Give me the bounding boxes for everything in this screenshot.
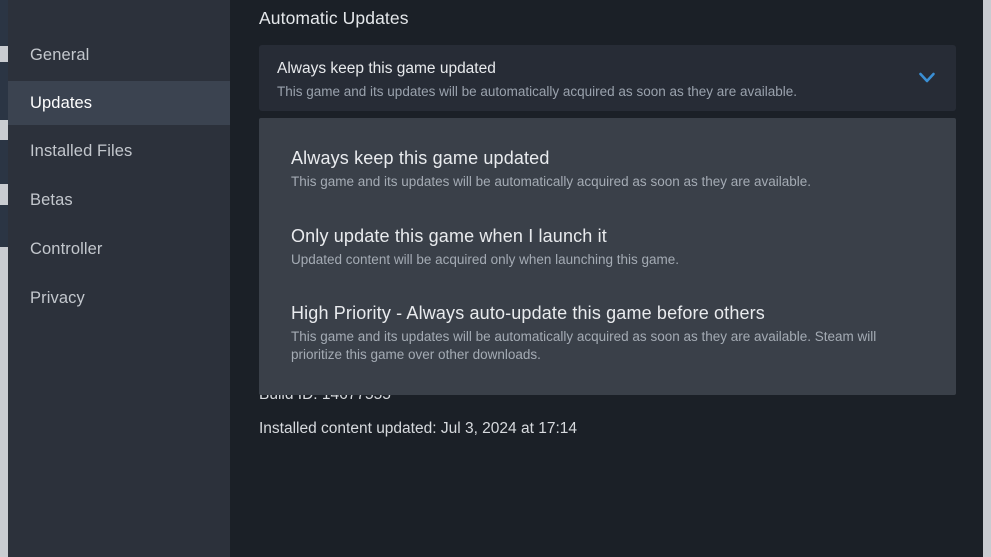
select-value-description: This game and its updates will be automa… [277,84,798,99]
page-title: Automatic Updates [259,8,409,28]
dropdown-option-description: Updated content will be acquired only wh… [291,251,679,267]
background-fragment [0,0,8,46]
background-window-edge-left [0,0,8,557]
sidebar-item-label: Privacy [30,288,85,307]
properties-sidebar: General Updates Installed Files Betas Co… [8,0,230,557]
sidebar-item-label: Installed Files [30,141,133,160]
installed-content-updated-text: Installed content updated: Jul 3, 2024 a… [259,420,577,437]
background-fragment [0,62,8,120]
dropdown-option-title: Only update this game when I launch it [291,226,607,246]
automatic-updates-dropdown-list[interactable]: Always keep this game updated This game … [259,118,956,395]
background-window-edge-right [983,0,991,557]
sidebar-item-updates[interactable]: Updates [8,81,230,125]
dropdown-option-always-keep-updated[interactable]: Always keep this game updated This game … [259,147,956,191]
dropdown-option-title: High Priority - Always auto-update this … [291,303,765,323]
dropdown-option-high-priority[interactable]: High Priority - Always auto-update this … [259,302,956,364]
chevron-down-icon[interactable] [916,67,938,89]
sidebar-item-betas[interactable]: Betas [8,178,230,222]
background-fragment [0,140,8,184]
sidebar-item-general[interactable]: General [8,33,230,77]
select-value-title: Always keep this game updated [277,60,496,77]
sidebar-item-privacy[interactable]: Privacy [8,276,230,320]
dropdown-option-title: Always keep this game updated [291,148,550,168]
sidebar-item-label: Betas [30,190,73,209]
background-fragment [0,205,8,247]
sidebar-item-installed-files[interactable]: Installed Files [8,129,230,173]
sidebar-item-controller[interactable]: Controller [8,227,230,271]
automatic-updates-select[interactable]: Always keep this game updated This game … [259,45,956,111]
dropdown-option-only-on-launch[interactable]: Only update this game when I launch it U… [259,225,956,269]
game-properties-window: General Updates Installed Files Betas Co… [8,0,983,557]
dropdown-option-description: This game and its updates will be automa… [291,328,877,362]
sidebar-item-label: General [30,45,90,64]
sidebar-item-label: Controller [30,239,103,258]
sidebar-item-label: Updates [30,93,93,112]
dropdown-option-description: This game and its updates will be automa… [291,173,812,189]
updates-panel: Automatic Updates Build ID: 14677555 Ins… [230,0,983,557]
